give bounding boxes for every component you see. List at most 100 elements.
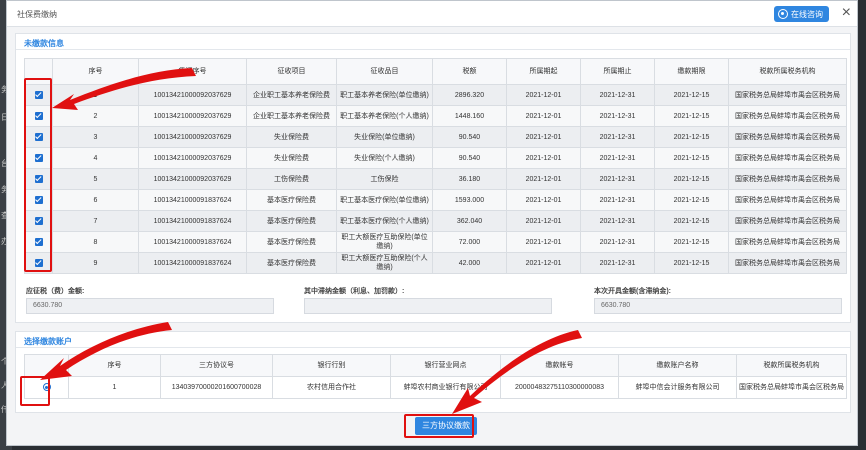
column-header: 征收项目 — [246, 58, 337, 85]
row-seq: 3 — [52, 126, 139, 148]
levy-subitem: 职工基本医疗保险(单位缴纳) — [336, 189, 433, 211]
period-end: 2021-12-31 — [580, 231, 655, 253]
levy-item: 失业保险费 — [246, 126, 337, 148]
tax-amount: 90.540 — [432, 126, 507, 148]
column-header: 序号 — [52, 58, 139, 85]
tax-amount: 362.040 — [432, 210, 507, 232]
levy-item: 工伤保险费 — [246, 168, 337, 190]
account-name: 蚌埠中信会计服务有限公司 — [618, 376, 737, 399]
period-start: 2021-12-01 — [506, 189, 581, 211]
account-row[interactable]: 1 13403970000201600700028 农村信用合作社 蚌埠农村商业… — [24, 376, 847, 399]
tax-office: 国家税务总局蚌埠市禹会区税务局 — [728, 126, 847, 148]
period-start: 2021-12-01 — [506, 252, 581, 274]
table-row[interactable]: 5 10013421000092037629 工伤保险费 工伤保险 36.180 2021… — [24, 168, 847, 190]
unpaid-header-row: 序号 凭证序号 征收项目 征收品目 税额 所属期起 所属期止 缴款期限 税款所属… — [24, 58, 847, 85]
payment-deadline: 2021-12-15 — [654, 189, 729, 211]
account-table: 序号 三方协议号 银行行别 银行营业网点 缴款帐号 缴款账户名称 税款所属税务机… — [24, 354, 847, 399]
levy-subitem: 职工基本医疗保险(个人缴纳) — [336, 210, 433, 232]
voucher-number: 10013421000092037629 — [138, 168, 247, 190]
unpaid-table: 序号 凭证序号 征收项目 征收品目 税额 所属期起 所属期止 缴款期限 税款所属… — [24, 58, 847, 274]
period-start: 2021-12-01 — [506, 147, 581, 169]
late-fee-field — [304, 298, 552, 314]
table-row[interactable]: 4 10013421000092037629 失业保险费 失业保险(个人缴纳) 90.5… — [24, 147, 847, 169]
chat-icon — [778, 9, 788, 19]
period-start: 2021-12-01 — [506, 231, 581, 253]
tax-office: 国家税务总局蚌埠市禹会区税务局 — [728, 84, 847, 106]
levy-item: 企业职工基本养老保险费 — [246, 105, 337, 127]
column-header: 序号 — [68, 354, 161, 377]
invoice-total-field: 6630.780 — [594, 298, 842, 314]
tax-office: 国家税务总局蚌埠市禹会区税务局 — [728, 210, 847, 232]
table-row[interactable]: 7 10013421000091837624 基本医疗保险费 职工基本医疗保险(个人缴… — [24, 210, 847, 232]
table-row[interactable]: 3 10013421000092037629 失业保险费 失业保险(单位缴纳) 90.5… — [24, 126, 847, 148]
voucher-number: 10013421000091837624 — [138, 189, 247, 211]
payment-deadline: 2021-12-15 — [654, 168, 729, 190]
row-seq: 1 — [52, 84, 139, 106]
tax-amount: 1448.160 — [432, 105, 507, 127]
table-row[interactable]: 8 10013421000091837624 基本医疗保险费 职工大额医疗互助保险(单… — [24, 231, 847, 253]
amount-due-label: 应征税（费）金额: — [26, 288, 85, 295]
row-seq: 4 — [52, 147, 139, 169]
payment-deadline: 2021-12-15 — [654, 105, 729, 127]
unpaid-info-section: 未缴款信息 序号 凭证序号 征收项目 征收品目 税额 所属期起 所属期止 缴款期… — [15, 33, 851, 323]
column-header: 税额 — [432, 58, 507, 85]
bank-type: 农村信用合作社 — [272, 376, 391, 399]
column-header: 所属期止 — [580, 58, 655, 85]
account-number: 20000483275110300000083 — [500, 376, 619, 399]
period-start: 2021-12-01 — [506, 168, 581, 190]
payment-deadline: 2021-12-15 — [654, 252, 729, 274]
period-start: 2021-12-01 — [506, 105, 581, 127]
table-row[interactable]: 9 10013421000091837624 基本医疗保险费 职工大额医疗互助保险(个… — [24, 252, 847, 274]
pay-button-highlight-box — [404, 414, 474, 438]
close-icon[interactable]: × — [842, 4, 851, 22]
row-seq: 5 — [52, 168, 139, 190]
levy-subitem: 工伤保险 — [336, 168, 433, 190]
column-header: 缴款期限 — [654, 58, 729, 85]
table-row[interactable]: 2 10013421000092037629 企业职工基本养老保险费 职工基本养老保险… — [24, 105, 847, 127]
levy-subitem: 职工基本养老保险(单位缴纳) — [336, 84, 433, 106]
table-row[interactable]: 1 10013421000092037629 企业职工基本养老保险费 职工基本养老保险… — [24, 84, 847, 106]
levy-item: 失业保险费 — [246, 147, 337, 169]
period-end: 2021-12-31 — [580, 84, 655, 106]
unpaid-section-title: 未缴款信息 — [24, 39, 64, 48]
period-end: 2021-12-31 — [580, 189, 655, 211]
period-start: 2021-12-01 — [506, 210, 581, 232]
voucher-number: 10013421000091837624 — [138, 252, 247, 274]
voucher-number: 10013421000092037629 — [138, 105, 247, 127]
row-seq: 6 — [52, 189, 139, 211]
table-row[interactable]: 6 10013421000091837624 基本医疗保险费 职工基本医疗保险(单位缴… — [24, 189, 847, 211]
column-header: 凭证序号 — [138, 58, 247, 85]
column-header: 银行行别 — [272, 354, 391, 377]
voucher-number: 10013421000091837624 — [138, 210, 247, 232]
tax-office: 国家税务总局蚌埠市禹会区税务局 — [728, 147, 847, 169]
column-header: 缴款帐号 — [500, 354, 619, 377]
tax-office: 国家税务总局蚌埠市禹会区税务局 — [728, 105, 847, 127]
social-insurance-payment-dialog: 社保费缴纳 在线咨询 × 未缴款信息 序号 凭证序号 征收项目 征收品目 税额 — [6, 0, 858, 446]
column-header: 银行营业网点 — [390, 354, 501, 377]
voucher-number: 10013421000092037629 — [138, 84, 247, 106]
column-header: 三方协议号 — [160, 354, 273, 377]
tax-office: 国家税务总局蚌埠市禹会区税务局 — [728, 252, 847, 274]
period-end: 2021-12-31 — [580, 147, 655, 169]
tax-amount: 2896.320 — [432, 84, 507, 106]
levy-subitem: 失业保险(单位缴纳) — [336, 126, 433, 148]
late-fee-label: 其中滞纳金额（利息、加罚款）: — [304, 288, 405, 295]
tax-office: 国家税务总局蚌埠市禹会区税务局 — [728, 231, 847, 253]
column-header: 征收品目 — [336, 58, 433, 85]
amount-due-field: 6630.780 — [26, 298, 274, 314]
online-help-label: 在线咨询 — [791, 9, 823, 19]
payment-deadline: 2021-12-15 — [654, 210, 729, 232]
voucher-number: 10013421000092037629 — [138, 126, 247, 148]
row-seq: 8 — [52, 231, 139, 253]
row-seq: 2 — [52, 105, 139, 127]
levy-subitem: 职工大额医疗互助保险(个人缴纳) — [336, 252, 433, 274]
tax-office: 国家税务总局蚌埠市禹会区税务局 — [728, 168, 847, 190]
dialog-title: 社保费缴纳 — [17, 10, 57, 19]
select-column-header — [24, 354, 69, 377]
checkbox-highlight-box — [24, 78, 52, 272]
online-help-button[interactable]: 在线咨询 — [774, 6, 829, 22]
levy-item: 企业职工基本养老保险费 — [246, 84, 337, 106]
row-seq: 9 — [52, 252, 139, 274]
period-end: 2021-12-31 — [580, 252, 655, 274]
column-header: 所属期起 — [506, 58, 581, 85]
